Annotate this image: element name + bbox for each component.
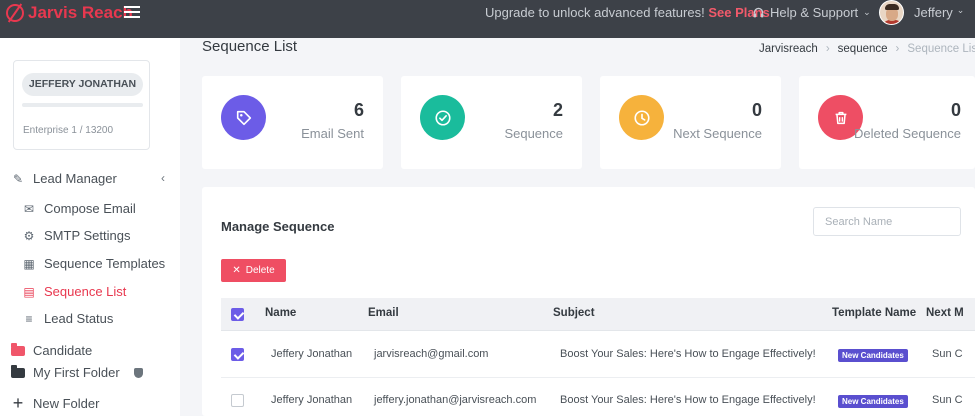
- tag-icon: [221, 95, 266, 140]
- breadcrumb-item[interactable]: Jarvisreach: [759, 43, 818, 55]
- stat-value: 2: [552, 100, 563, 120]
- check-circle-icon: [420, 95, 465, 140]
- breadcrumb-separator: ›: [825, 43, 830, 55]
- upgrade-text: Upgrade to unlock advanced features!: [485, 5, 705, 20]
- cell-email: jeffery.jonathan@jarvisreach.com: [374, 394, 537, 406]
- avatar[interactable]: [879, 0, 904, 25]
- column-header-email[interactable]: Email: [368, 307, 399, 319]
- stat-label: Next Sequence: [673, 126, 762, 141]
- folder-candidate[interactable]: Candidate: [11, 342, 93, 358]
- menu-toggle-icon[interactable]: [124, 6, 140, 18]
- chevron-down-icon: ⌄: [863, 7, 871, 17]
- stat-value: 0: [950, 100, 961, 120]
- checklist-icon: ≡: [25, 311, 33, 326]
- cell-subject: Boost Your Sales: Here's How to Engage E…: [560, 394, 816, 406]
- clock-icon: [619, 95, 664, 140]
- sidebar: JEFFERY JONATHAN Enterprise 1 / 13200 ✎ …: [0, 38, 180, 416]
- folder-label: My First Folder: [33, 365, 120, 380]
- envelope-icon: ✉: [23, 201, 35, 216]
- close-icon: ✕: [232, 265, 241, 276]
- user-menu[interactable]: Jeffery ⌄: [914, 5, 964, 20]
- sidebar-item-label: Sequence Templates: [44, 256, 166, 271]
- column-header-name[interactable]: Name: [265, 307, 296, 319]
- help-support-menu[interactable]: Help & Support ⌄: [752, 5, 871, 20]
- logo[interactable]: Jarvis Reach: [6, 2, 133, 24]
- shield-icon: [133, 367, 143, 378]
- delete-label: Delete: [245, 265, 275, 276]
- headset-icon: [753, 7, 764, 18]
- stat-card-email-sent: 6 Email Sent: [202, 76, 383, 169]
- cell-subject: Boost Your Sales: Here's How to Engage E…: [560, 348, 816, 360]
- usage-progress-bar: [22, 103, 143, 107]
- folder-my-first-folder[interactable]: My First Folder: [11, 364, 143, 380]
- cell-name: Jeffery Jonathan: [271, 394, 353, 406]
- sidebar-item-label: Sequence List: [44, 284, 127, 299]
- logo-icon: [6, 4, 24, 22]
- sitemap-icon: ▦: [23, 256, 35, 271]
- sidebar-item-lead-status[interactable]: ≡ Lead Status: [22, 311, 113, 326]
- sidebar-item-smtp-settings[interactable]: ⚙ SMTP Settings: [22, 228, 131, 243]
- sidebar-item-sequence-list[interactable]: ▤ Sequence List: [22, 284, 126, 299]
- column-header-template-name[interactable]: Template Name: [832, 307, 916, 319]
- gear-icon: ⚙: [23, 228, 35, 243]
- stat-label: Sequence: [504, 126, 563, 141]
- row-checkbox[interactable]: [231, 348, 244, 361]
- plan-usage: Enterprise 1 / 13200: [23, 125, 114, 136]
- panel-title: Manage Sequence: [221, 219, 335, 234]
- plus-icon: +: [12, 393, 24, 413]
- sidebar-item-label: Lead Manager: [33, 171, 117, 186]
- cell-email: jarvisreach@gmail.com: [374, 348, 489, 360]
- new-folder-button[interactable]: + New Folder: [11, 393, 100, 414]
- cell-name: Jeffery Jonathan: [271, 348, 353, 360]
- sidebar-item-lead-manager[interactable]: ✎ Lead Manager: [11, 171, 117, 186]
- stat-card-next-sequence: 0 Next Sequence: [600, 76, 781, 169]
- sidebar-item-label: SMTP Settings: [44, 228, 131, 243]
- column-header-next[interactable]: Next M: [926, 307, 964, 319]
- cell-next: Sun C: [932, 348, 963, 360]
- breadcrumb-item[interactable]: sequence: [838, 43, 888, 55]
- folder-icon: [11, 364, 25, 378]
- template-badge: New Candidates: [838, 349, 908, 362]
- list-icon: ▤: [23, 284, 35, 299]
- breadcrumb-current: Sequence List: [907, 43, 975, 55]
- profile-name: JEFFERY JONATHAN: [22, 73, 143, 96]
- table-row[interactable]: Jeffery Jonathan jarvisreach@gmail.com B…: [221, 332, 975, 378]
- user-name: Jeffery: [914, 5, 953, 20]
- folder-icon: [11, 342, 25, 356]
- page-title: Sequence List: [202, 38, 298, 55]
- breadcrumb-separator: ›: [895, 43, 900, 55]
- folder-label: Candidate: [33, 343, 93, 358]
- sidebar-item-label: Lead Status: [44, 311, 114, 326]
- breadcrumb: Jarvisreach › sequence › Sequence List: [759, 43, 975, 55]
- stat-card-sequence: 2 Sequence: [401, 76, 582, 169]
- top-navbar: Jarvis Reach Upgrade to unlock advanced …: [0, 0, 975, 38]
- table-row[interactable]: Jeffery Jonathan jeffery.jonathan@jarvis…: [221, 378, 975, 416]
- row-checkbox[interactable]: [231, 394, 244, 407]
- edit-icon: ✎: [12, 171, 24, 186]
- sidebar-item-compose-email[interactable]: ✉ Compose Email: [22, 201, 136, 216]
- help-support-label: Help & Support: [770, 5, 859, 20]
- stat-value: 0: [751, 100, 762, 120]
- template-badge: New Candidates: [838, 395, 908, 408]
- stat-value: 6: [353, 100, 364, 120]
- profile-card: JEFFERY JONATHAN Enterprise 1 / 13200: [13, 60, 150, 150]
- chevron-down-icon: ⌄: [956, 5, 965, 15]
- select-all-checkbox[interactable]: [231, 308, 244, 321]
- sidebar-item-label: Compose Email: [44, 201, 136, 216]
- column-header-subject[interactable]: Subject: [553, 307, 595, 319]
- logo-text: Jarvis Reach: [28, 3, 133, 22]
- delete-button[interactable]: ✕ Delete: [221, 259, 286, 282]
- search-input[interactable]: [813, 207, 961, 236]
- new-folder-label: New Folder: [33, 396, 100, 411]
- manage-sequence-panel: Manage Sequence ✕ Delete Name Email Subj…: [202, 187, 975, 416]
- stat-label: Email Sent: [301, 126, 364, 141]
- table-header: Name Email Subject Template Name Next M: [221, 298, 975, 331]
- chevron-left-icon[interactable]: ‹: [161, 171, 165, 185]
- upgrade-banner: Upgrade to unlock advanced features! See…: [485, 5, 770, 20]
- stat-card-deleted-sequence: 0 Deleted Sequence: [799, 76, 975, 169]
- cell-next: Sun C: [932, 394, 963, 406]
- stat-label: Deleted Sequence: [854, 126, 961, 141]
- sidebar-item-sequence-templates[interactable]: ▦ Sequence Templates: [22, 256, 165, 271]
